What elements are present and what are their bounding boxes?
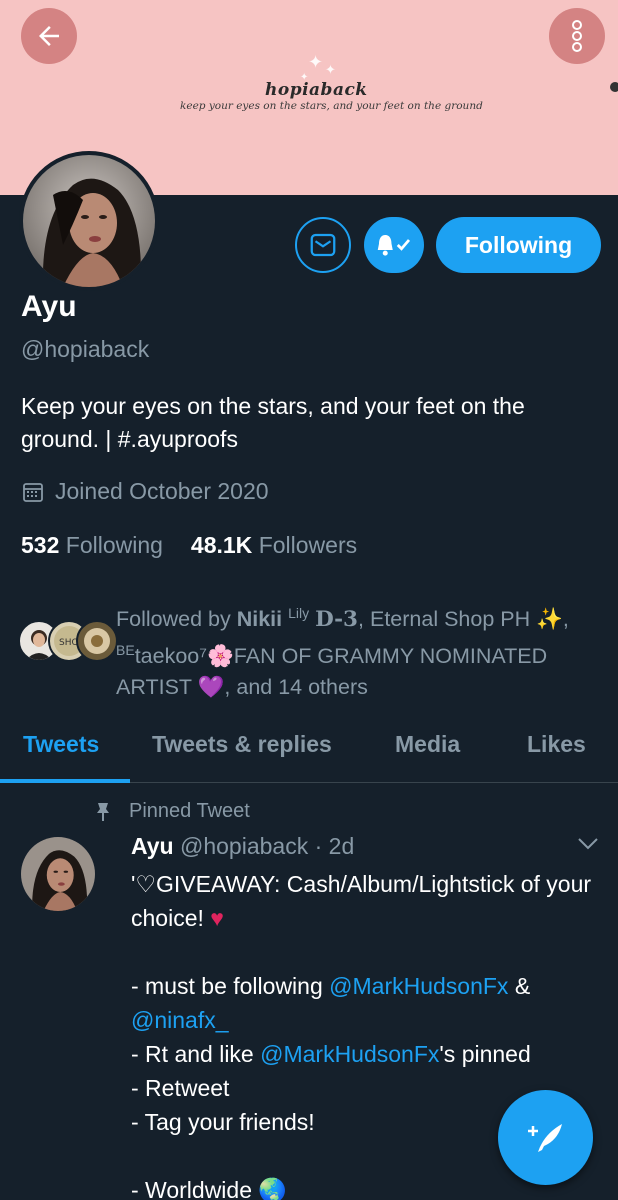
tweet-line: & <box>508 973 531 999</box>
followed-by-mid: , Eternal Shop PH ✨, <box>358 607 569 632</box>
profile-name: Ayu <box>21 290 77 323</box>
joined-date: Joined October 2020 <box>21 478 269 505</box>
notifications-button[interactable] <box>364 217 424 273</box>
back-button[interactable] <box>21 8 77 64</box>
follower-name-super: Lily <box>288 605 310 621</box>
followed-by-prefix: Followed by <box>116 607 237 632</box>
mention-link[interactable]: @MarkHudsonFx <box>329 973 508 999</box>
compose-tweet-button[interactable] <box>498 1090 593 1185</box>
tweet-avatar[interactable] <box>21 837 95 911</box>
follow-counts: 532 Following 48.1K Followers <box>21 532 357 559</box>
mention-link[interactable]: @MarkHudsonFx <box>260 1041 439 1067</box>
followed-by-tail: , and 14 others <box>224 675 368 700</box>
followers-label: Followers <box>258 532 358 558</box>
profile-avatar[interactable] <box>19 151 159 291</box>
pinned-label: Pinned Tweet <box>95 800 250 823</box>
compose-tweet-icon <box>527 1123 562 1152</box>
tweet-time: · 2d <box>314 833 355 859</box>
following-label: Following <box>65 532 163 558</box>
chevron-down-icon <box>578 838 598 850</box>
followed-by-avatars[interactable]: SHOP <box>18 620 118 666</box>
tweet-author[interactable]: Ayu <box>131 833 174 859</box>
tweet-line: 's pinned <box>439 1041 531 1067</box>
followed-by-text[interactable]: Followed by Nikii Lily D-3, Eternal Shop… <box>116 598 606 703</box>
tweet-line: - must be following <box>131 973 330 999</box>
profile-tabs: Tweets Tweets & replies Media Likes <box>0 715 618 783</box>
pinned-text: Pinned Tweet <box>129 800 250 822</box>
profile-bio: Keep your eyes on the stars, and your fe… <box>21 390 601 456</box>
follower-name: Nikii <box>236 607 283 632</box>
tweet-line: - Rt and like <box>131 1041 261 1067</box>
heart-emoji: ♥ <box>210 905 224 931</box>
more-vertical-icon <box>572 20 582 52</box>
following-count-link[interactable]: 532 Following <box>21 532 163 559</box>
follower-name-suffix: D-3 <box>315 607 359 633</box>
bell-check-icon <box>377 235 411 256</box>
tab-tweets-replies[interactable]: Tweets & replies <box>152 731 332 758</box>
tab-likes[interactable]: Likes <box>527 731 586 758</box>
joined-text: Joined October 2020 <box>55 478 269 504</box>
following-count: 532 <box>21 532 60 558</box>
following-button[interactable]: Following <box>436 217 601 273</box>
calendar-icon <box>23 482 43 502</box>
followers-count: 48.1K <box>190 532 253 558</box>
sparkle-icon: ✦ <box>325 62 336 77</box>
active-tab-indicator <box>0 779 130 783</box>
tab-tweets[interactable]: Tweets <box>23 731 99 758</box>
message-button[interactable] <box>295 217 351 273</box>
arrow-left-icon <box>39 26 59 46</box>
avatar-image <box>23 155 155 287</box>
profile-handle: @hopiaback <box>21 336 150 362</box>
banner-tagline: keep your eyes on the stars, and your fe… <box>180 100 483 112</box>
banner-title: hopiaback <box>265 80 368 100</box>
follower-name-super: BE <box>116 642 135 659</box>
more-options-button[interactable] <box>549 8 605 64</box>
pin-icon <box>97 802 109 821</box>
tweet-menu-button[interactable] <box>576 836 600 857</box>
followers-count-link[interactable]: 48.1K Followers <box>191 532 357 559</box>
tweet-handle: @hopiaback <box>180 833 309 859</box>
avatar <box>76 620 118 662</box>
tweet-header: Ayu @hopiaback · 2d <box>131 833 354 860</box>
sparkle-icon: ✦ <box>308 52 324 72</box>
avatar-image <box>21 837 95 911</box>
mention-link[interactable]: @ninafx_ <box>131 1007 229 1033</box>
tweet-line: '♡GIVEAWAY: Cash/Album/Lightstick of you… <box>131 871 592 931</box>
bio-text: Keep your eyes on the stars, and your fe… <box>21 393 525 452</box>
envelope-icon <box>310 233 336 257</box>
tab-media[interactable]: Media <box>395 731 460 758</box>
banner-dot <box>610 82 618 92</box>
